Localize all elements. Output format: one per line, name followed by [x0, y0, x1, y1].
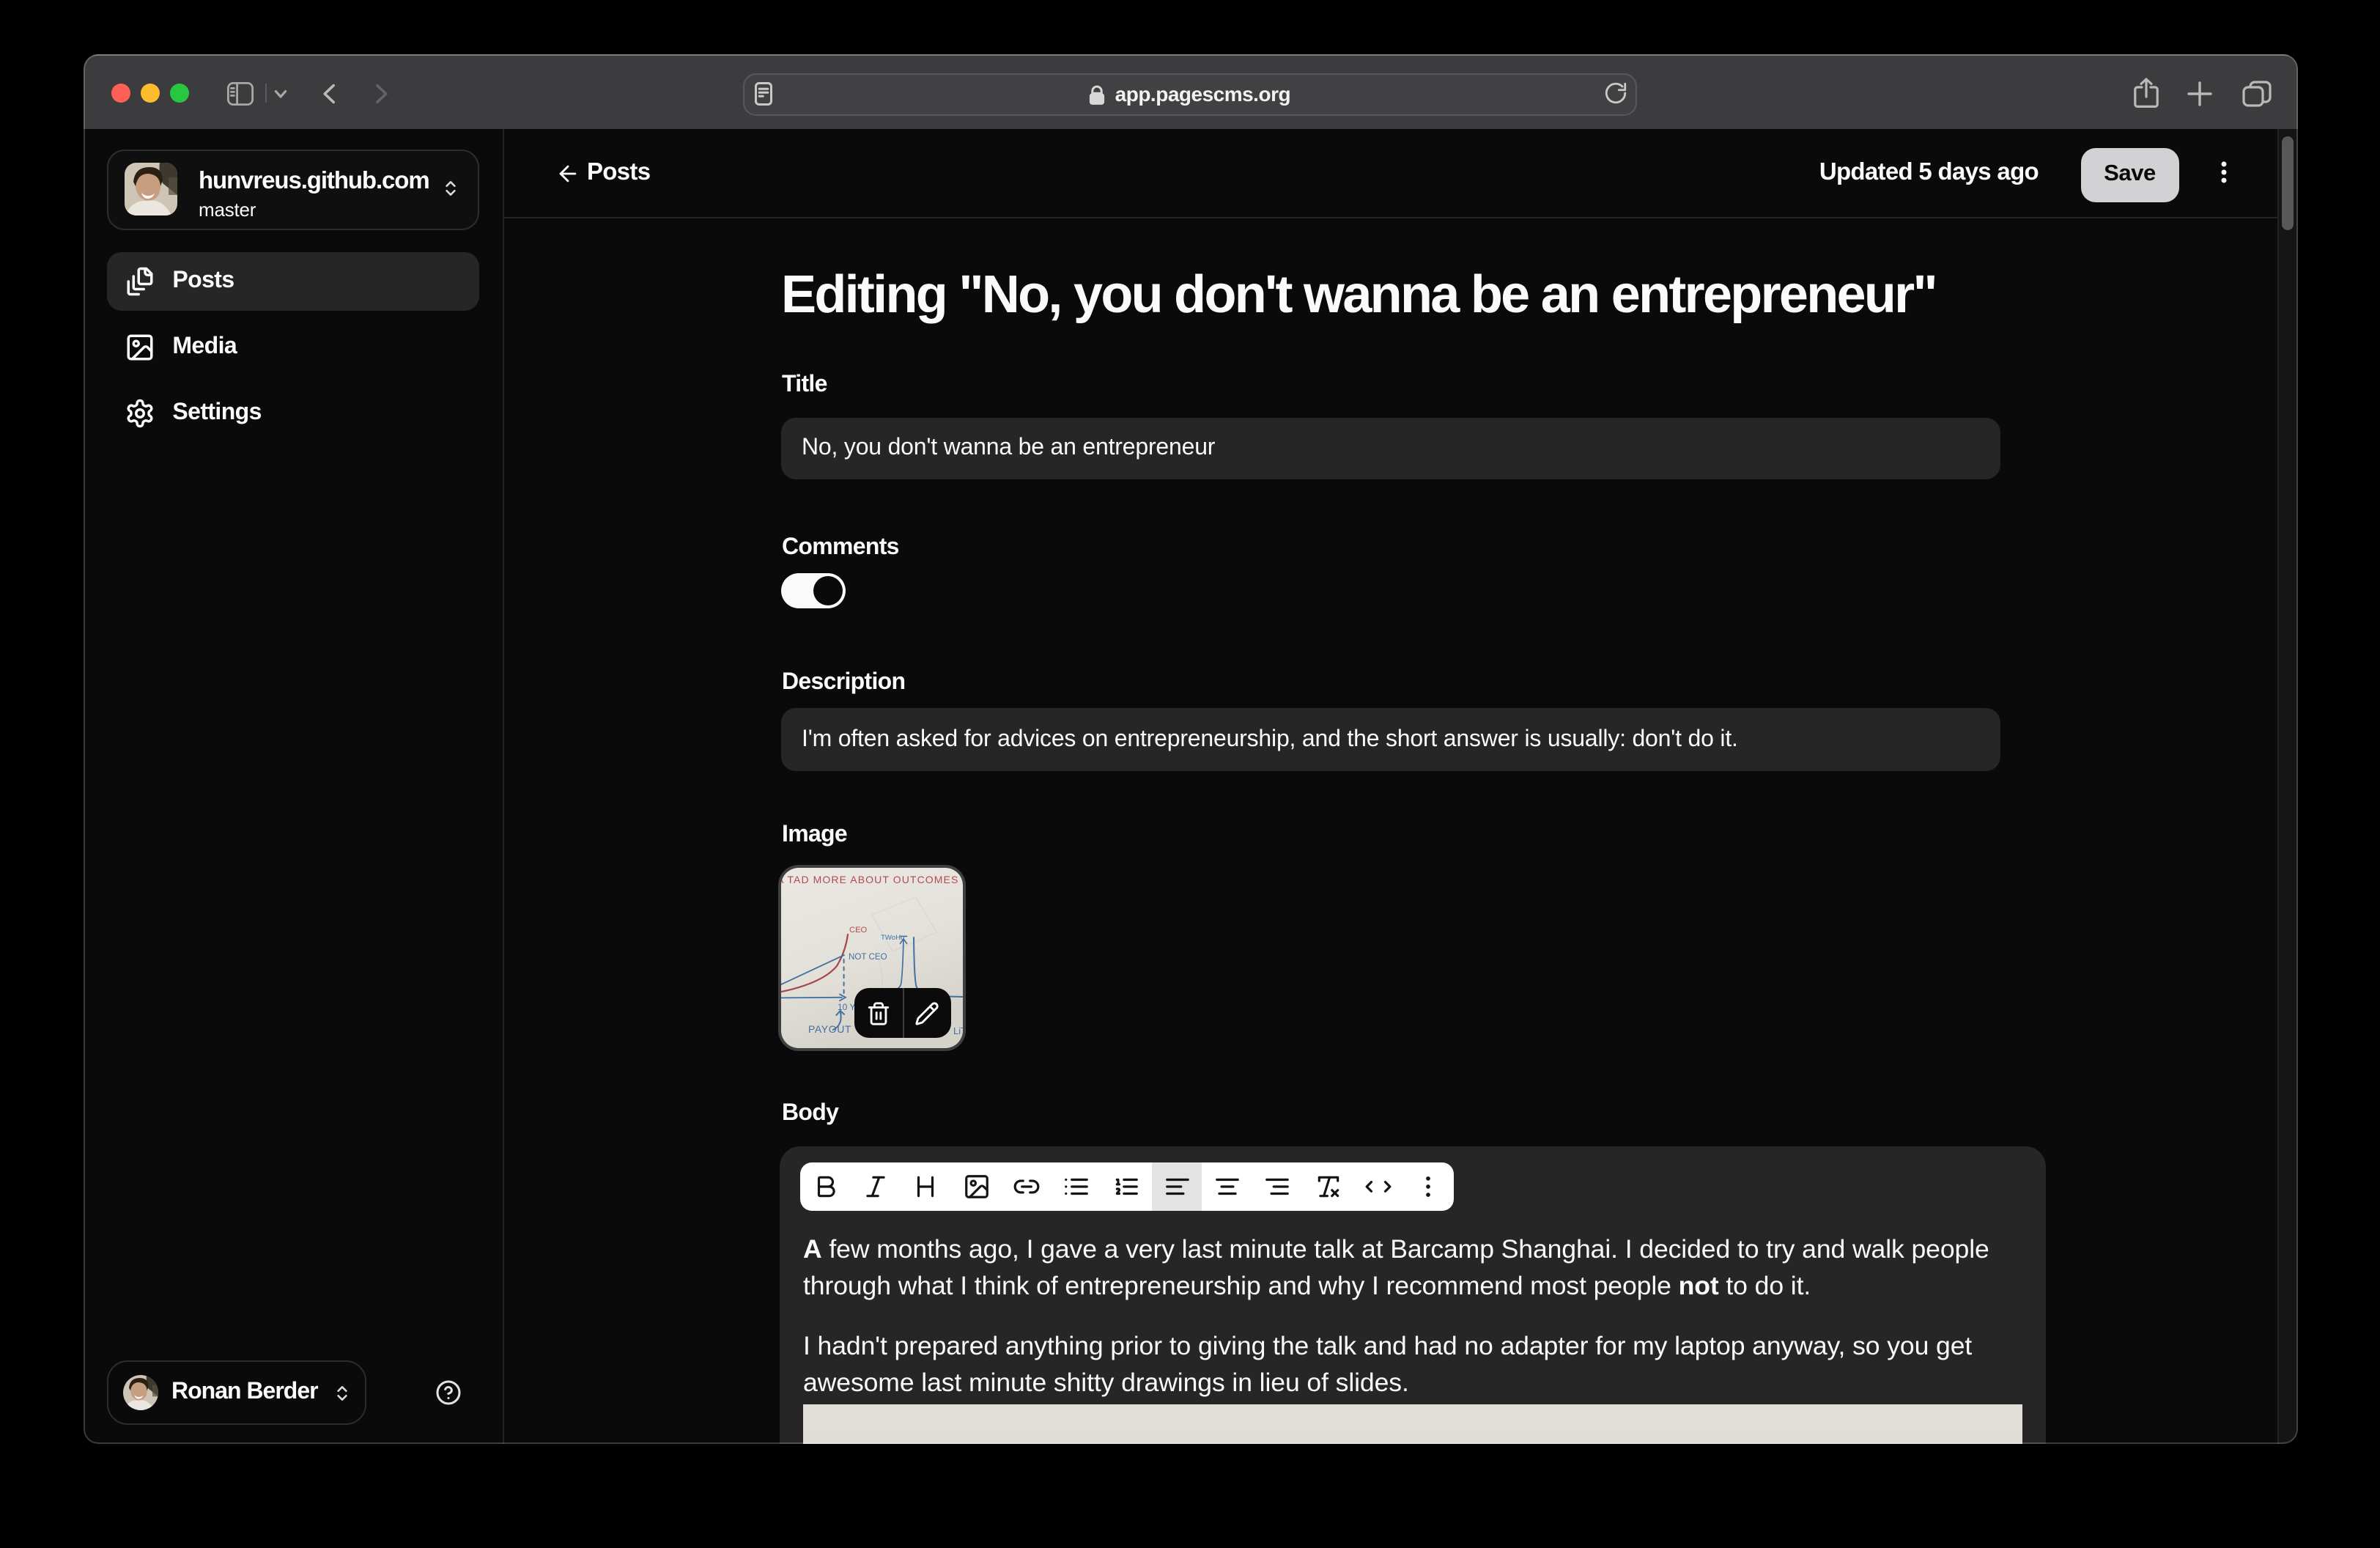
svg-text:A TAD MORE ABOUT OUTCOMES: A TAD MORE ABOUT OUTCOMES — [781, 874, 958, 885]
svg-text:PAYOUT: PAYOUT — [808, 1023, 851, 1035]
svg-text:TWoHo: TWoHo — [881, 934, 904, 942]
svg-text:LiT: LiT — [953, 1025, 963, 1036]
svg-text:NOT CEO: NOT CEO — [849, 952, 887, 962]
svg-text:CEO: CEO — [849, 926, 868, 935]
